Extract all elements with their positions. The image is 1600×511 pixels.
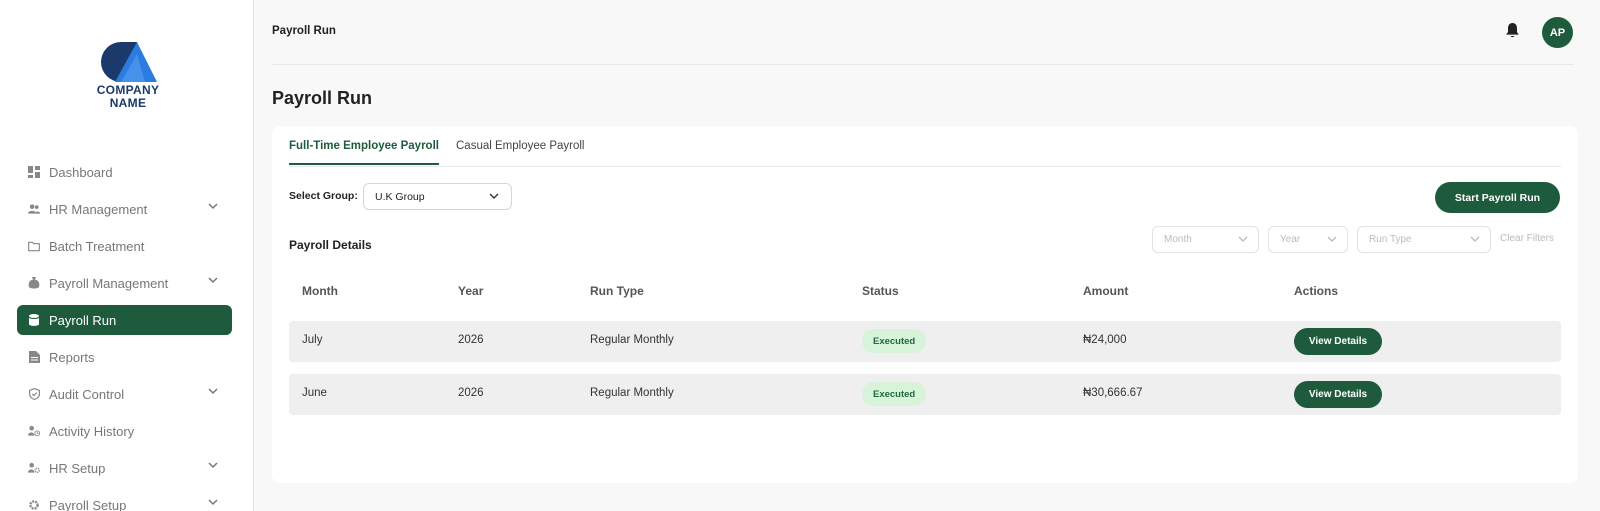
user-gear-icon: [28, 462, 40, 474]
money-bag-icon: [28, 277, 40, 289]
table-header: Month Year Run Type Status Amount Action…: [289, 272, 1561, 308]
dashboard-icon: [28, 166, 40, 178]
user-clock-icon: [28, 425, 40, 437]
company-logo: COMPANY NAME: [90, 42, 166, 112]
logo-mark-icon: [101, 42, 157, 82]
gear-icon: [28, 499, 40, 511]
chevron-down-icon: [489, 193, 499, 199]
sidebar-item-batch-treatment[interactable]: Batch Treatment: [17, 231, 232, 261]
chevron-down-icon: [208, 462, 218, 469]
sidebar-item-activity-history[interactable]: Activity History: [17, 416, 232, 446]
clear-filters-link[interactable]: Clear Filters: [1500, 233, 1554, 244]
chevron-down-icon: [1238, 236, 1248, 242]
sidebar-item-label: Audit Control: [49, 386, 125, 402]
run-type-filter-select[interactable]: Run Type: [1357, 226, 1491, 253]
sidebar-item-payroll-run[interactable]: Payroll Run: [17, 305, 232, 335]
chevron-down-icon: [208, 499, 218, 506]
document-icon: [28, 351, 40, 363]
view-details-button[interactable]: View Details: [1294, 328, 1382, 355]
sidebar-item-reports[interactable]: Reports: [17, 342, 232, 372]
chevron-down-icon: [208, 277, 218, 284]
cell-amount: ₦30,666.67: [1083, 387, 1143, 399]
cell-month: July: [302, 334, 323, 346]
cell-run-type: Regular Monthly: [590, 387, 674, 399]
shield-icon: [28, 388, 40, 400]
sidebar-item-payroll-management[interactable]: Payroll Management: [17, 268, 232, 298]
column-header-actions: Actions: [1294, 284, 1339, 298]
sidebar-item-label: HR Management: [49, 201, 148, 217]
cell-year: 2026: [458, 387, 484, 399]
cell-amount: ₦24,000: [1083, 334, 1127, 346]
people-icon: [28, 203, 40, 215]
database-icon: [28, 314, 40, 326]
chevron-down-icon: [1470, 236, 1480, 242]
folder-icon: [28, 240, 40, 252]
year-filter-placeholder: Year: [1280, 234, 1301, 245]
cell-month: June: [302, 387, 327, 399]
group-select-value: U.K Group: [375, 190, 425, 203]
top-bar: Payroll Run AP: [272, 0, 1574, 65]
column-header-status: Status: [862, 284, 899, 298]
run-type-filter-placeholder: Run Type: [1369, 234, 1412, 245]
chevron-down-icon: [1327, 236, 1337, 242]
sidebar-item-label: Dashboard: [49, 164, 113, 180]
sidebar-item-audit-control[interactable]: Audit Control: [17, 379, 232, 409]
chevron-down-icon: [208, 388, 218, 395]
select-group-label: Select Group:: [289, 190, 358, 202]
sidebar-item-label: Payroll Setup: [49, 497, 127, 511]
sidebar-item-label: Batch Treatment: [49, 238, 145, 254]
sidebar-item-hr-setup[interactable]: HR Setup: [17, 453, 232, 483]
group-select[interactable]: U.K Group: [363, 183, 512, 210]
sidebar-item-label: HR Setup: [49, 460, 106, 476]
bell-icon[interactable]: [1505, 22, 1520, 39]
logo-line-1: COMPANY: [96, 83, 160, 97]
table-row: July 2026 Regular Monthly Executed ₦24,0…: [289, 321, 1561, 362]
sidebar-item-label: Reports: [49, 349, 95, 365]
start-payroll-run-button[interactable]: Start Payroll Run: [1435, 182, 1560, 213]
view-details-button[interactable]: View Details: [1294, 381, 1382, 408]
payroll-details-title: Payroll Details: [289, 238, 372, 252]
logo-text: COMPANY NAME: [90, 84, 166, 110]
topbar-title: Payroll Run: [272, 25, 336, 37]
cell-run-type: Regular Monthly: [590, 334, 674, 346]
tab-casual-employee-payroll[interactable]: Casual Employee Payroll: [456, 140, 584, 163]
cell-year: 2026: [458, 334, 484, 346]
payroll-card: Full-Time Employee Payroll Casual Employ…: [272, 126, 1578, 483]
payroll-tabs: Full-Time Employee Payroll Casual Employ…: [289, 126, 1561, 167]
sidebar-item-label: Activity History: [49, 423, 135, 439]
year-filter-select[interactable]: Year: [1268, 226, 1348, 253]
month-filter-select[interactable]: Month: [1152, 226, 1259, 253]
column-header-run-type: Run Type: [590, 284, 644, 298]
column-header-month: Month: [302, 284, 338, 298]
table-row: June 2026 Regular Monthly Executed ₦30,6…: [289, 374, 1561, 415]
month-filter-placeholder: Month: [1164, 234, 1192, 245]
sidebar-item-hr-management[interactable]: HR Management: [17, 194, 232, 224]
sidebar-item-payroll-setup[interactable]: Payroll Setup: [17, 490, 232, 511]
column-header-year: Year: [458, 284, 484, 298]
sidebar-item-label: Payroll Management: [49, 275, 169, 291]
sidebar-item-dashboard[interactable]: Dashboard: [17, 157, 232, 187]
page-title: Payroll Run: [272, 88, 373, 108]
logo-line-2: NAME: [109, 96, 147, 110]
status-badge: Executed: [862, 382, 927, 406]
tab-full-time-employee-payroll[interactable]: Full-Time Employee Payroll: [289, 140, 439, 165]
column-header-amount: Amount: [1083, 284, 1129, 298]
user-avatar[interactable]: AP: [1542, 17, 1573, 48]
sidebar-item-label: Payroll Run: [49, 312, 117, 328]
sidebar: COMPANY NAME Dashboard HR Management Bat…: [0, 0, 254, 511]
status-badge: Executed: [862, 329, 927, 353]
chevron-down-icon: [208, 203, 218, 210]
